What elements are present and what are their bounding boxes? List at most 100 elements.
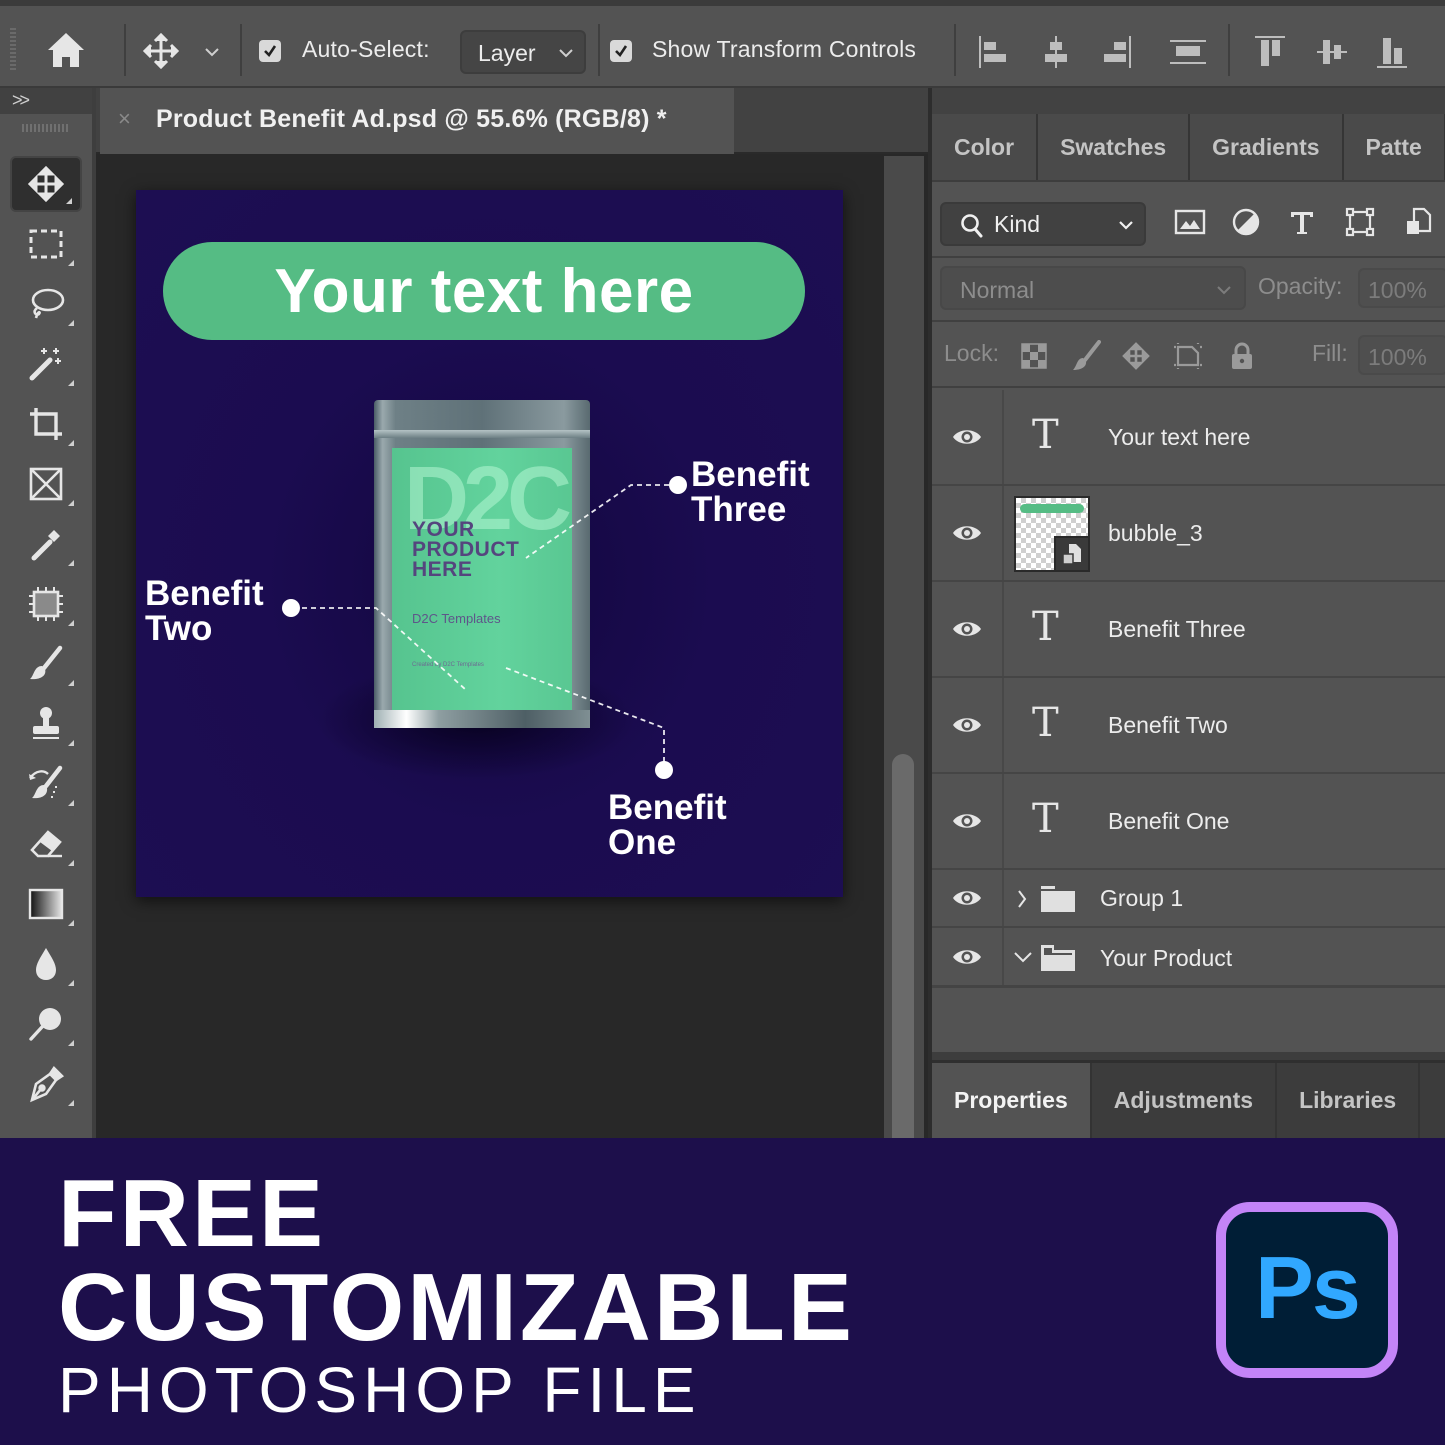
pixel-layer-filter-icon[interactable] [1172, 204, 1208, 240]
layer-row-group-1[interactable]: Group 1 [932, 870, 1445, 928]
lock-all-icon[interactable] [1226, 340, 1258, 372]
layer-name[interactable]: bubble_3 [1108, 520, 1203, 547]
visibility-toggle[interactable] [932, 870, 1004, 926]
vertical-scrollbar[interactable] [884, 156, 924, 1138]
layer-name[interactable]: Benefit One [1108, 808, 1229, 835]
auto-select-target-dropdown[interactable]: Layer [460, 30, 586, 74]
align-right-edges-icon[interactable] [1098, 32, 1134, 72]
shape-layer-filter-icon[interactable] [1342, 204, 1378, 240]
crop-tool[interactable] [10, 396, 82, 452]
opacity-field[interactable]: 100% [1358, 268, 1445, 308]
layer-row-benefit-one[interactable]: T Benefit One [932, 774, 1445, 870]
eye-icon [953, 949, 981, 964]
banner-line-customizable: CUSTOMIZABLE [58, 1254, 855, 1361]
auto-select-checkbox[interactable] [259, 40, 281, 62]
tab-properties[interactable]: Properties [932, 1063, 1092, 1138]
layer-row-bubble-3[interactable]: bubble_3 [932, 486, 1445, 582]
visibility-toggle[interactable] [932, 678, 1004, 772]
smart-object-filter-icon[interactable] [1400, 204, 1436, 240]
tools-panel-grip[interactable] [22, 124, 70, 132]
banner-line-photoshop-file: PHOTOSHOP FILE [58, 1354, 702, 1426]
benefit-one-text[interactable]: Benefit One [608, 790, 727, 860]
layer-name[interactable]: Your text here [1108, 424, 1250, 451]
lock-artboard-icon[interactable] [1172, 340, 1204, 372]
align-bottom-edges-icon[interactable] [1374, 32, 1410, 72]
eye-icon [953, 814, 981, 828]
auto-select-label: Auto-Select: [302, 36, 430, 62]
tab-gradients[interactable]: Gradients [1190, 114, 1344, 180]
lock-transparent-pixels-icon[interactable] [1018, 340, 1050, 372]
tab-libraries[interactable]: Libraries [1277, 1063, 1421, 1138]
brush-tool[interactable] [10, 636, 82, 692]
distribute-vertical-icon[interactable] [1168, 32, 1208, 72]
align-top-edges-icon[interactable] [1252, 32, 1288, 72]
folder-icon [1041, 886, 1075, 912]
options-bar-grip[interactable] [10, 28, 16, 72]
visibility-toggle[interactable] [932, 582, 1004, 676]
dodge-icon [29, 1008, 61, 1041]
layer-row-your-text-here[interactable]: T Your text here [932, 390, 1445, 486]
layer-name[interactable]: Benefit Two [1108, 712, 1228, 739]
adjustment-layer-filter-icon[interactable] [1228, 204, 1264, 240]
checkmark-icon [615, 45, 628, 58]
lock-image-pixels-icon[interactable] [1070, 340, 1102, 372]
magic-wand-tool[interactable] [10, 336, 82, 392]
tab-color[interactable]: Color [932, 114, 1039, 180]
align-left-edges-icon[interactable] [976, 32, 1012, 72]
spot-healing-tool[interactable] [10, 576, 82, 632]
move-icon [27, 165, 65, 203]
layer-name[interactable]: Benefit Three [1108, 616, 1246, 643]
tab-adjustments[interactable]: Adjustments [1092, 1063, 1278, 1138]
chevron-down-icon[interactable] [200, 40, 224, 64]
collapse-panels-button[interactable]: >> [0, 88, 92, 114]
callout-line-benefit-two [293, 607, 467, 691]
blur-tool[interactable] [10, 936, 82, 992]
right-panel-dock: Color Swatches Gradients Patte Kind Norm… [928, 88, 1445, 1138]
dodge-tool[interactable] [10, 996, 82, 1052]
type-layer-filter-icon[interactable] [1284, 204, 1320, 240]
move-tool-icon[interactable] [140, 30, 182, 72]
thumbnail-bubble-shape [1020, 504, 1084, 513]
pen-tool[interactable] [10, 1056, 82, 1112]
layer-row-your-product[interactable]: Your Product [932, 928, 1445, 988]
align-horizontal-centers-icon[interactable] [1038, 32, 1074, 72]
scrollbar-thumb[interactable] [892, 754, 914, 1138]
visibility-toggle[interactable] [932, 774, 1004, 868]
layer-row-benefit-three[interactable]: T Benefit Three [932, 582, 1445, 678]
rectangular-marquee-tool[interactable] [10, 216, 82, 272]
lock-label: Lock: [944, 340, 999, 366]
fill-field[interactable]: 100% [1358, 335, 1445, 375]
history-brush-tool[interactable] [10, 756, 82, 812]
chevron-down-icon[interactable] [1012, 950, 1034, 964]
eraser-tool[interactable] [10, 816, 82, 872]
tab-patterns[interactable]: Patte [1343, 114, 1445, 180]
layer-row-benefit-two[interactable]: T Benefit Two [932, 678, 1445, 774]
benefit-three-text[interactable]: Benefit Three [691, 457, 810, 527]
blend-mode-dropdown[interactable]: Normal [940, 266, 1246, 310]
layer-filter-kind-dropdown[interactable]: Kind [940, 202, 1146, 246]
chevron-down-icon [559, 49, 573, 58]
document-tab-bar: × Product Benefit Ad.psd @ 55.6% (RGB/8)… [96, 88, 928, 154]
visibility-toggle[interactable] [932, 928, 1004, 985]
visibility-toggle[interactable] [932, 486, 1004, 580]
document-tab[interactable]: × Product Benefit Ad.psd @ 55.6% (RGB/8)… [100, 88, 734, 154]
layer-name[interactable]: Your Product [1100, 945, 1232, 972]
clone-stamp-tool[interactable] [10, 696, 82, 752]
eyedropper-tool[interactable] [10, 516, 82, 572]
frame-tool[interactable] [10, 456, 82, 512]
lasso-tool[interactable] [10, 276, 82, 332]
move-tool[interactable] [10, 156, 82, 212]
layer-thumbnail [1014, 496, 1090, 572]
lock-position-icon[interactable] [1120, 340, 1152, 372]
gradient-tool[interactable] [10, 876, 82, 932]
home-icon[interactable] [44, 30, 88, 70]
layer-name[interactable]: Group 1 [1100, 885, 1183, 912]
show-transform-controls-checkbox[interactable] [610, 40, 632, 62]
close-tab-icon[interactable]: × [118, 106, 131, 132]
benefit-two-text[interactable]: Benefit Two [145, 576, 264, 646]
tab-swatches[interactable]: Swatches [1038, 114, 1191, 180]
align-vertical-centers-icon[interactable] [1314, 32, 1350, 72]
artboard-canvas[interactable]: Your text here D2C YOUR PRODUCT HERE D2C… [136, 190, 843, 897]
chevron-right-icon[interactable] [1016, 888, 1028, 910]
visibility-toggle[interactable] [932, 390, 1004, 484]
